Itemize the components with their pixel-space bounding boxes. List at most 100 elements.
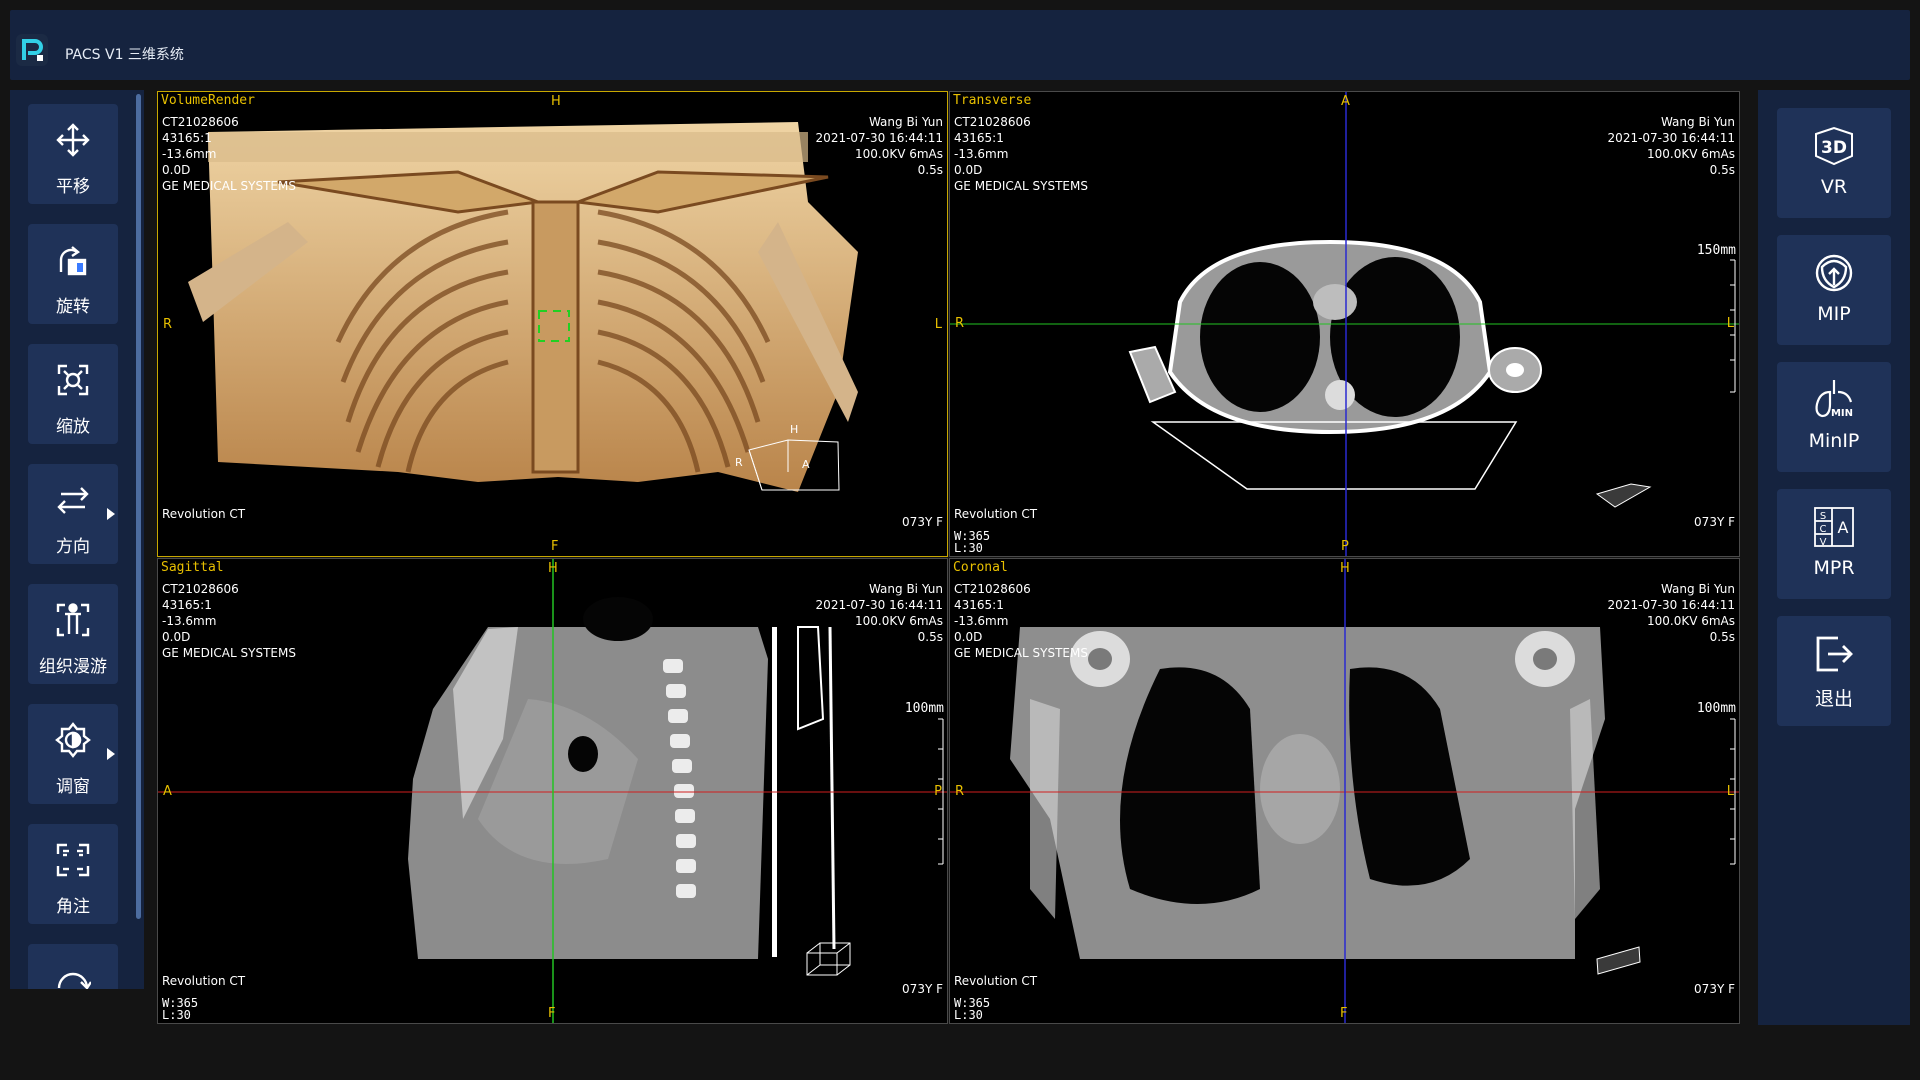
patient-age-sex: 073Y F bbox=[902, 515, 943, 529]
tool-label: 平移 bbox=[56, 177, 90, 197]
orientation-top: A bbox=[1341, 94, 1350, 109]
orientation-bottom: F bbox=[548, 1006, 556, 1021]
direction-icon bbox=[57, 487, 89, 514]
corner-annotation-icon bbox=[56, 843, 90, 877]
mode-label: MIP bbox=[1817, 303, 1851, 325]
patient-info-right: Wang Bi Yun 2021-07-30 16:44:11 100.0KV … bbox=[1607, 582, 1735, 644]
mode-label: 退出 bbox=[1814, 688, 1853, 710]
orientation-right: L bbox=[1726, 784, 1734, 799]
patient-info-right: Wang Bi Yun 2021-07-30 16:44:11 100.0KV … bbox=[815, 115, 943, 177]
window-level-readout: W:365 L:30 bbox=[954, 529, 991, 555]
expand-arrow-icon[interactable] bbox=[107, 508, 115, 520]
orientation-right: P bbox=[934, 784, 942, 799]
tissue-roam-icon bbox=[56, 603, 90, 637]
tool-panel: 平移 旋转 缩放 方向 组织漫游 调窗 角注 bbox=[10, 90, 144, 989]
scanner-model: Revolution CT bbox=[162, 974, 246, 988]
exit-icon bbox=[1816, 636, 1853, 672]
rotate-tool-button[interactable]: 旋转 bbox=[28, 224, 118, 324]
orientation-right: L bbox=[1726, 316, 1734, 331]
orientation-left: R bbox=[163, 317, 173, 332]
tool-label: 旋转 bbox=[56, 297, 90, 317]
expand-arrow-icon[interactable] bbox=[107, 748, 115, 760]
cube-label-h: H bbox=[790, 423, 799, 436]
window-level-tool-button[interactable]: 调窗 bbox=[28, 704, 118, 804]
svg-text:C: C bbox=[1820, 524, 1827, 535]
scanner-model: Revolution CT bbox=[954, 974, 1038, 988]
viewport-transverse[interactable]: Transverse A P R L CT21028606 43165:1 -1… bbox=[949, 91, 1740, 557]
corner-annotation-tool-button[interactable]: 角注 bbox=[28, 824, 118, 924]
scanner-model: Revolution CT bbox=[162, 507, 246, 521]
tissue-roam-tool-button[interactable]: 组织漫游 bbox=[28, 584, 118, 684]
tool-label: 缩放 bbox=[56, 417, 90, 437]
patient-info-left: CT21028606 43165:1 -13.6mm 0.0D GE MEDIC… bbox=[162, 582, 296, 660]
orientation-left: R bbox=[955, 784, 965, 799]
move-icon bbox=[56, 123, 90, 157]
patient-info-right: Wang Bi Yun 2021-07-30 16:44:11 100.0KV … bbox=[1607, 115, 1735, 177]
orientation-bottom: F bbox=[551, 539, 559, 554]
tool-label: 角注 bbox=[56, 897, 90, 917]
scale-label: 100mm bbox=[904, 701, 944, 716]
minip-icon: MIN bbox=[1815, 380, 1853, 419]
tool-label: 方向 bbox=[56, 537, 90, 557]
viewport-name: Transverse bbox=[953, 93, 1032, 108]
render-mode-panel: 3D VR MIP MIN MinIP S C V A MPR 退出 bbox=[1758, 90, 1910, 1025]
patient-info-left: CT21028606 43165:1 -13.6mm 0.0D GE MEDIC… bbox=[954, 582, 1088, 660]
mip-mode-button[interactable]: MIP bbox=[1777, 235, 1891, 345]
patient-info-left: CT21028606 43165:1 -13.6mm 0.0D GE MEDIC… bbox=[954, 115, 1088, 193]
orientation-top: H bbox=[1340, 561, 1350, 576]
svg-text:V: V bbox=[1820, 537, 1827, 548]
svg-text:A: A bbox=[1838, 518, 1849, 537]
orientation-left: R bbox=[955, 316, 965, 331]
vr-mode-button[interactable]: 3D VR bbox=[1777, 108, 1891, 218]
orientation-bottom: F bbox=[1340, 1006, 1348, 1021]
viewport-volume-render[interactable]: VolumeRender H F R L CT21028606 43165:1 … bbox=[157, 91, 948, 557]
tool-label: 调窗 bbox=[56, 777, 90, 797]
viewport-name: Coronal bbox=[953, 560, 1008, 575]
patient-info-left: CT21028606 43165:1 -13.6mm 0.0D GE MEDIC… bbox=[162, 115, 296, 193]
exit-button[interactable]: 退出 bbox=[1777, 616, 1891, 726]
mip-icon bbox=[1815, 254, 1853, 292]
tool-panel-scrollbar[interactable] bbox=[136, 94, 141, 919]
cube-label-a: A bbox=[802, 458, 810, 471]
viewport-coronal[interactable]: Coronal H F R L CT21028606 43165:1 -13.6… bbox=[949, 558, 1740, 1024]
app-logo bbox=[16, 34, 48, 66]
svg-text:S: S bbox=[1820, 511, 1826, 522]
scale-label: 150mm bbox=[1696, 243, 1736, 258]
orientation-top: H bbox=[548, 561, 558, 576]
zoom-tool-button[interactable]: 缩放 bbox=[28, 344, 118, 444]
patient-age-sex: 073Y F bbox=[1694, 515, 1735, 529]
mode-label: MinIP bbox=[1808, 430, 1860, 452]
mode-label: MPR bbox=[1813, 557, 1855, 579]
minip-mode-button[interactable]: MIN MinIP bbox=[1777, 362, 1891, 472]
window-level-readout: W:365 L:30 bbox=[162, 996, 199, 1022]
scanner-model: Revolution CT bbox=[954, 507, 1038, 521]
reset-tool-button[interactable] bbox=[28, 944, 118, 989]
tool-label: 组织漫游 bbox=[39, 657, 107, 677]
patient-info-right: Wang Bi Yun 2021-07-30 16:44:11 100.0KV … bbox=[815, 582, 943, 644]
patient-age-sex: 073Y F bbox=[902, 982, 943, 996]
patient-age-sex: 073Y F bbox=[1694, 982, 1735, 996]
scale-label: 100mm bbox=[1696, 701, 1736, 716]
mpr-icon: S C V A bbox=[1814, 507, 1854, 548]
svg-text:3D: 3D bbox=[1821, 138, 1847, 158]
viewport-sagittal[interactable]: Sagittal H F A P CT21028606 43165:1 -13.… bbox=[157, 558, 948, 1024]
viewport-name: Sagittal bbox=[161, 560, 224, 575]
orientation-bottom: P bbox=[1341, 539, 1349, 554]
mode-label: VR bbox=[1820, 176, 1848, 198]
app-title: PACS V1 三维系统 bbox=[65, 47, 184, 63]
direction-tool-button[interactable]: 方向 bbox=[28, 464, 118, 564]
pan-tool-button[interactable]: 平移 bbox=[28, 104, 118, 204]
orientation-top: H bbox=[551, 94, 561, 109]
mpr-mode-button[interactable]: S C V A MPR bbox=[1777, 489, 1891, 599]
title-bar: PACS V1 三维系统 bbox=[10, 10, 1910, 80]
viewport-name: VolumeRender bbox=[161, 93, 255, 108]
svg-text:MIN: MIN bbox=[1831, 408, 1853, 419]
3d-icon: 3D bbox=[1815, 126, 1853, 166]
zoom-icon bbox=[57, 364, 89, 396]
rotate-icon bbox=[59, 246, 87, 276]
window-level-readout: W:365 L:30 bbox=[954, 996, 991, 1022]
orientation-right: L bbox=[934, 317, 942, 332]
orientation-left: A bbox=[163, 784, 172, 799]
reset-icon bbox=[57, 972, 91, 989]
cube-label-r: R bbox=[735, 456, 743, 469]
